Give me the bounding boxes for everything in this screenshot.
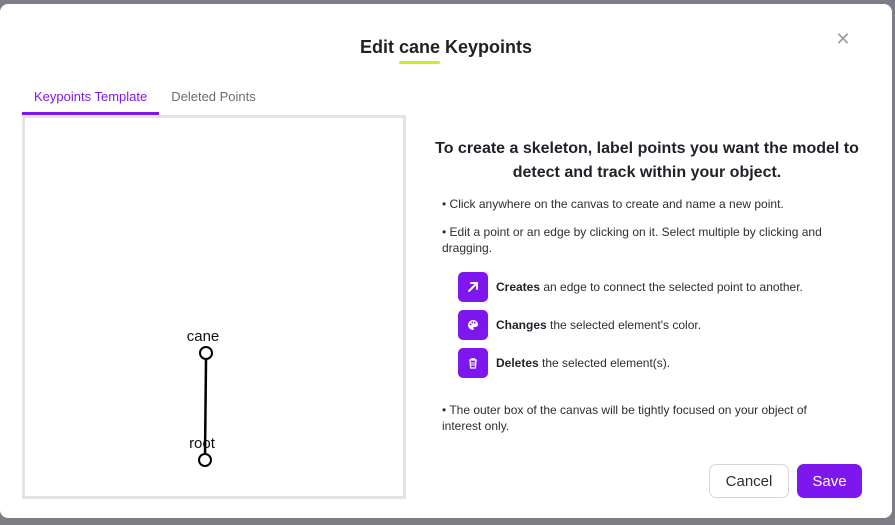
tool-row-create-edge: Creates an edge to connect the selected … xyxy=(458,272,803,302)
arrow-up-right-icon[interactable] xyxy=(458,272,488,302)
tool-row-change-color: Changes the selected element's color. xyxy=(458,310,701,340)
instructions-panel: To create a skeleton, label points you w… xyxy=(427,137,867,433)
object-name: cane xyxy=(398,37,441,64)
palette-icon[interactable] xyxy=(458,310,488,340)
dialog-title: Edit cane Keypoints xyxy=(0,37,892,64)
instruction-bullet: • Click anywhere on the canvas to create… xyxy=(442,197,784,211)
tool-description: Changes the selected element's color. xyxy=(496,318,702,332)
cancel-button[interactable]: Cancel xyxy=(709,464,789,498)
save-button[interactable]: Save xyxy=(797,464,862,498)
edit-keypoints-dialog: Edit cane Keypoints ✕ Keypoints Template… xyxy=(0,4,892,518)
skeleton-svg: cane root xyxy=(187,328,220,467)
trash-icon[interactable] xyxy=(458,348,488,378)
keypoint-cane[interactable] xyxy=(199,346,213,360)
keypoint-label: cane xyxy=(187,328,220,345)
tool-description: Creates an edge to connect the selected … xyxy=(496,280,803,294)
instruction-bullet: • The outer box of the canvas will be ti… xyxy=(442,403,807,433)
instruction-bullet: • Edit a point or an edge by clicking on… xyxy=(442,225,822,255)
backdrop xyxy=(0,518,895,525)
close-icon[interactable]: ✕ xyxy=(835,30,851,48)
keypoints-canvas[interactable]: cane root xyxy=(22,115,406,499)
keypoint-root[interactable] xyxy=(198,453,212,467)
tool-row-delete: Deletes the selected element(s). xyxy=(458,348,670,378)
title-prefix: Edit xyxy=(359,37,394,57)
tool-description: Deletes the selected element(s). xyxy=(496,356,671,370)
tab-bar: Keypoints Template Deleted Points xyxy=(22,82,268,115)
title-suffix: Keypoints xyxy=(445,37,533,57)
tab-keypoints-template[interactable]: Keypoints Template xyxy=(22,82,160,115)
keypoint-label: root xyxy=(189,435,216,452)
instructions-headline: To create a skeleton, label points you w… xyxy=(435,140,859,181)
tab-deleted-points[interactable]: Deleted Points xyxy=(159,82,268,115)
